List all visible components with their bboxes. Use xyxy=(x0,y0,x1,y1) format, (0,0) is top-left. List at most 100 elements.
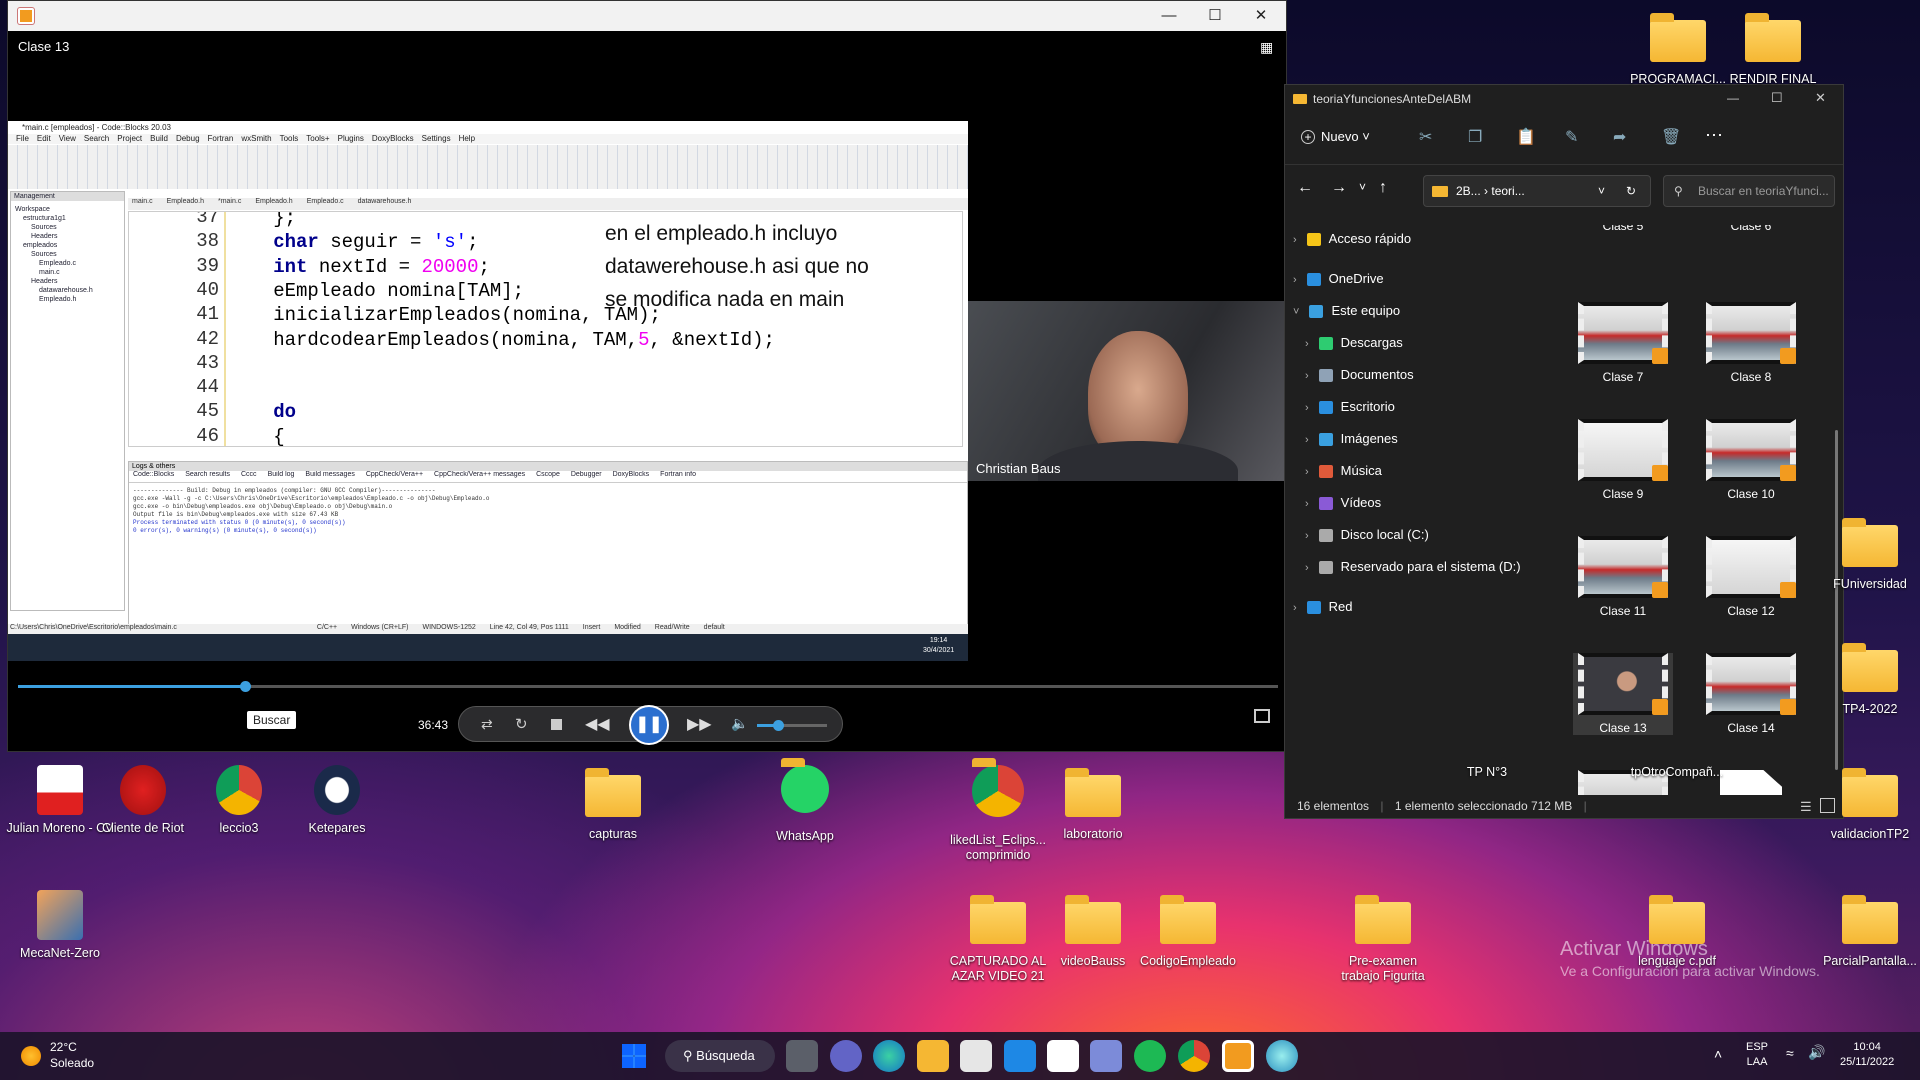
file-thumbnail[interactable]: Clase 12 xyxy=(1701,536,1801,618)
desktop-icon[interactable]: tpOtroCompañ... xyxy=(1627,765,1727,780)
nav-item[interactable]: › Disco local (C:) xyxy=(1305,521,1429,549)
desktop-icon[interactable]: Ketepares xyxy=(277,765,397,836)
store-icon[interactable] xyxy=(960,1040,992,1072)
tree-node[interactable]: main.c xyxy=(15,268,120,277)
tree-node[interactable]: Sources xyxy=(15,223,120,232)
explorer-maximize-button[interactable]: ☐ xyxy=(1771,90,1783,106)
desktop-icon[interactable]: lenguaje c.pdf xyxy=(1627,892,1727,969)
speaker-icon[interactable]: 🔊 xyxy=(1808,1044,1825,1061)
menu-item[interactable]: Help xyxy=(459,134,475,143)
task-view-icon[interactable] xyxy=(786,1040,818,1072)
stop-button[interactable] xyxy=(551,719,562,730)
shuffle-icon[interactable]: ⇄ xyxy=(481,716,493,733)
file-thumbnail[interactable]: Clase 13 xyxy=(1573,653,1673,735)
explorer-minimize-button[interactable]: — xyxy=(1727,91,1739,105)
file-explorer-icon[interactable] xyxy=(917,1040,949,1072)
log-tab[interactable]: CppCheck/Vera++ messages xyxy=(434,471,525,478)
desktop-icon[interactable]: videoBauss xyxy=(1043,892,1143,969)
desktop-icon[interactable]: CAPTURADO AL AZAR VIDEO 21 xyxy=(948,892,1048,984)
desktop-icon[interactable]: laboratorio xyxy=(1043,765,1143,842)
log-tab[interactable]: Search results xyxy=(185,471,230,478)
snipping-icon[interactable] xyxy=(1047,1040,1079,1072)
address-bar[interactable]: 2B... › teori... ˅ ↻ xyxy=(1423,175,1651,207)
media-player-icon[interactable] xyxy=(1222,1040,1254,1072)
tree-node[interactable]: Empleado.h xyxy=(15,295,120,304)
log-tab[interactable]: Build log xyxy=(268,471,295,478)
desktop-icon[interactable]: Pre-examen trabajo Figurita xyxy=(1333,892,1433,984)
nav-item[interactable]: › Acceso rápido xyxy=(1293,225,1411,253)
log-tab[interactable]: Cccc xyxy=(241,471,257,478)
chevron-down-icon[interactable]: ˅ xyxy=(1598,176,1605,206)
chat-icon[interactable] xyxy=(830,1040,862,1072)
tree-node[interactable]: empleados xyxy=(15,241,120,250)
refresh-icon[interactable]: ↻ xyxy=(1626,176,1636,206)
editor-tab[interactable]: Empleado.h xyxy=(167,198,204,205)
seek-bar[interactable] xyxy=(18,681,1278,692)
tree-node[interactable]: Headers xyxy=(15,232,120,241)
nav-item[interactable]: › Documentos xyxy=(1305,361,1414,389)
chevron-right-icon[interactable]: › xyxy=(1305,402,1309,414)
desktop-icon[interactable]: WhatsApp xyxy=(755,758,855,844)
paste-icon[interactable]: 📋 xyxy=(1516,127,1536,147)
file-thumbnail[interactable]: Clase 7 xyxy=(1573,302,1673,384)
terminal-icon[interactable] xyxy=(1090,1040,1122,1072)
tree-node[interactable]: Workspace xyxy=(15,205,120,214)
chevron-right-icon[interactable]: › xyxy=(1293,602,1297,614)
nav-item[interactable]: › OneDrive xyxy=(1293,265,1384,293)
editor-tab[interactable]: Empleado.h xyxy=(255,198,292,205)
menu-item[interactable]: Edit xyxy=(37,134,51,143)
menu-item[interactable]: Project xyxy=(117,134,142,143)
desktop-icon[interactable]: FUniversidad xyxy=(1820,515,1920,592)
path-segment[interactable]: teori... xyxy=(1491,184,1524,198)
chevron-right-icon[interactable]: › xyxy=(1305,498,1309,510)
menu-item[interactable]: Tools xyxy=(280,134,299,143)
back-icon[interactable]: ← xyxy=(1297,179,1313,197)
desktop-icon[interactable]: CodigoEmpleado xyxy=(1138,892,1238,969)
rewind-button[interactable]: ◀◀ xyxy=(585,714,610,734)
search-box[interactable]: ⚲ Buscar en teoriaYfunci... xyxy=(1663,175,1835,207)
rename-icon[interactable]: ✎ xyxy=(1565,127,1578,147)
desktop-icon[interactable]: ParcialPantalla... xyxy=(1820,892,1920,969)
tree-node[interactable]: datawarehouse.h xyxy=(15,286,120,295)
editor-tab[interactable]: *main.c xyxy=(218,198,241,205)
spotify-icon[interactable] xyxy=(1134,1040,1166,1072)
log-tab[interactable]: Debugger xyxy=(571,471,602,478)
menu-item[interactable]: View xyxy=(59,134,76,143)
volume-thumb[interactable] xyxy=(773,720,784,731)
menu-item[interactable]: wxSmith xyxy=(241,134,271,143)
chevron-right-icon[interactable]: › xyxy=(1305,466,1309,478)
chevron-right-icon[interactable]: › xyxy=(1305,530,1309,542)
tree-node[interactable]: Empleado.c xyxy=(15,259,120,268)
menu-item[interactable]: File xyxy=(16,134,29,143)
menu-item[interactable]: DoxyBlocks xyxy=(372,134,414,143)
desktop-icon[interactable]: MecaNet-Zero xyxy=(0,890,120,961)
file-thumbnail[interactable]: Clase 5 xyxy=(1573,225,1673,233)
log-tab[interactable]: Fortran info xyxy=(660,471,696,478)
edge-icon[interactable] xyxy=(873,1040,905,1072)
desktop-icon[interactable]: TP4-2022 xyxy=(1820,640,1920,717)
path-segment[interactable]: 2B... xyxy=(1456,184,1481,198)
delete-icon[interactable]: 🗑 xyxy=(1661,127,1681,147)
nav-item[interactable]: › Imágenes xyxy=(1305,425,1398,453)
file-thumbnail[interactable]: Clase 14 xyxy=(1701,653,1801,735)
start-button[interactable] xyxy=(622,1044,646,1068)
menu-item[interactable]: Debug xyxy=(176,134,200,143)
miniplayer-icon[interactable]: ▦ xyxy=(1260,39,1278,55)
repeat-icon[interactable]: ↻ xyxy=(515,715,528,733)
menu-item[interactable]: Plugins xyxy=(338,134,364,143)
nav-item[interactable]: › Red xyxy=(1293,593,1353,621)
volume-slider[interactable] xyxy=(757,720,827,731)
wifi-icon[interactable]: ≈ xyxy=(1786,1045,1794,1061)
fast-forward-button[interactable]: ▶▶ xyxy=(687,714,712,734)
more-icon[interactable]: ⋯ xyxy=(1705,125,1723,146)
nav-item[interactable]: › Vídeos xyxy=(1305,489,1381,517)
tree-node[interactable]: Sources xyxy=(15,250,120,259)
pause-button[interactable]: ❚❚ xyxy=(629,705,669,745)
minimize-button[interactable]: — xyxy=(1146,1,1192,31)
chevron-right-icon[interactable]: › xyxy=(1305,562,1309,574)
up-icon[interactable]: ↑ xyxy=(1379,179,1387,197)
tree-node[interactable]: Headers xyxy=(15,277,120,286)
copy-icon[interactable]: ❐ xyxy=(1468,127,1482,147)
search-button[interactable]: ⚲ Búsqueda xyxy=(665,1040,775,1072)
forward-icon[interactable]: → xyxy=(1331,179,1347,197)
